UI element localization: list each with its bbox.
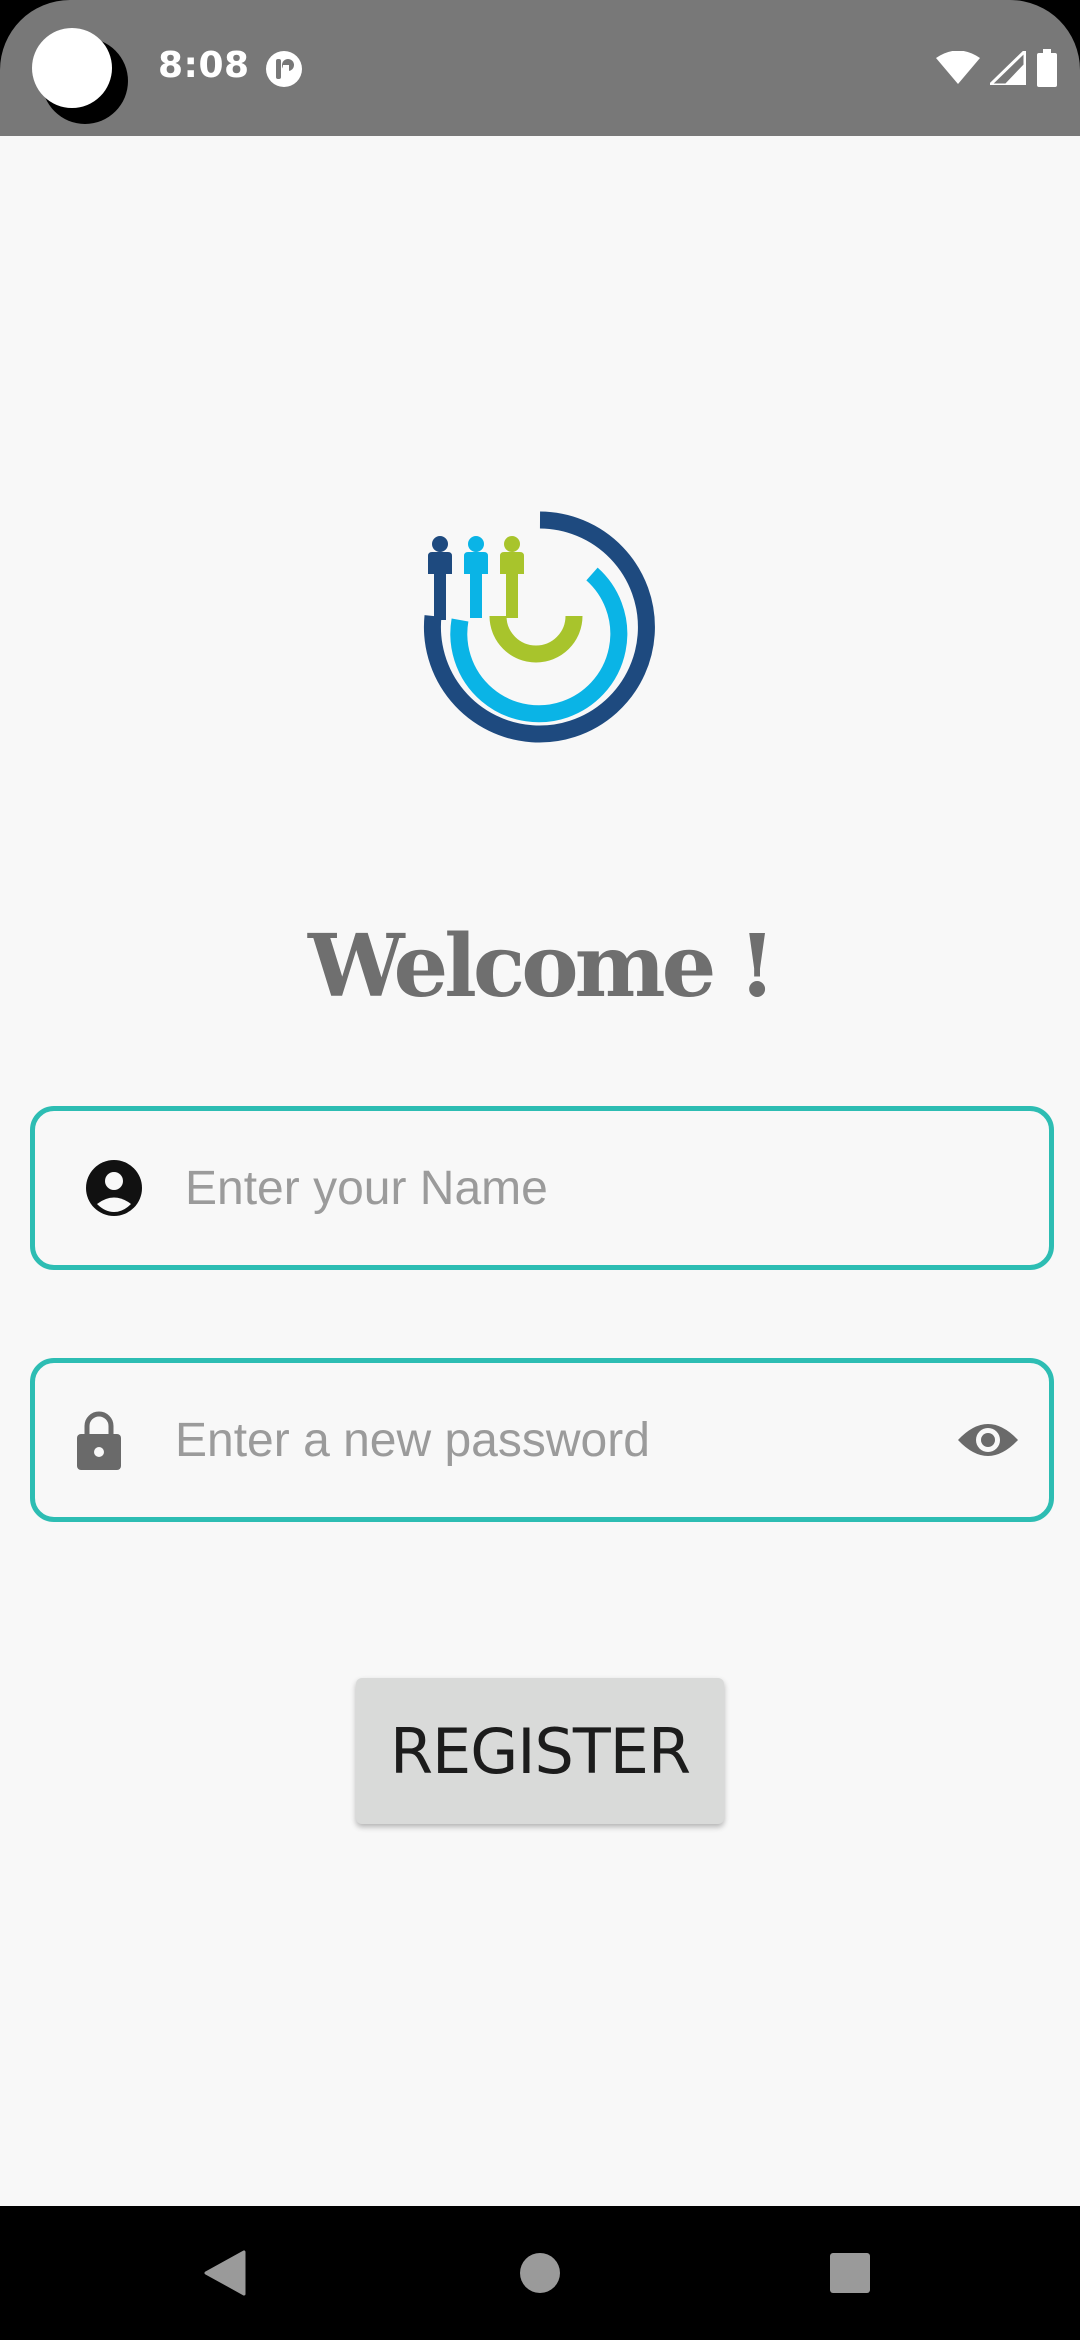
battery-icon — [1037, 49, 1057, 87]
camera-cutout — [32, 28, 130, 126]
wifi-icon — [936, 51, 980, 84]
home-button[interactable] — [495, 2228, 585, 2318]
home-icon — [520, 2253, 560, 2293]
back-icon — [204, 2250, 246, 2296]
password-field[interactable] — [30, 1358, 1054, 1522]
name-field[interactable] — [30, 1106, 1054, 1270]
recents-button[interactable] — [805, 2228, 895, 2318]
back-button[interactable] — [180, 2228, 270, 2318]
welcome-title: Welcome ! — [307, 916, 776, 1017]
account-circle-icon — [86, 1160, 142, 1216]
people-arc-logo-icon — [423, 511, 655, 743]
device-frame: 8:08 Welcome ! Enter your Name REGISTER — [0, 0, 1080, 2340]
password-input[interactable] — [175, 1363, 935, 1517]
eye-visibility-icon[interactable] — [957, 1418, 1019, 1462]
status-icons — [936, 48, 1058, 88]
lock-icon — [77, 1411, 121, 1470]
app-screen: Welcome ! REGISTER — [0, 136, 1080, 2206]
notification-app-icon — [266, 51, 302, 87]
register-button[interactable]: REGISTER — [356, 1678, 724, 1824]
cellular-signal-icon — [990, 51, 1026, 85]
status-bar: 8:08 — [0, 0, 1080, 136]
name-input[interactable] — [185, 1111, 1015, 1265]
recents-icon — [830, 2253, 870, 2293]
status-time: 8:08 — [158, 45, 250, 86]
navigation-bar — [0, 2206, 1080, 2340]
